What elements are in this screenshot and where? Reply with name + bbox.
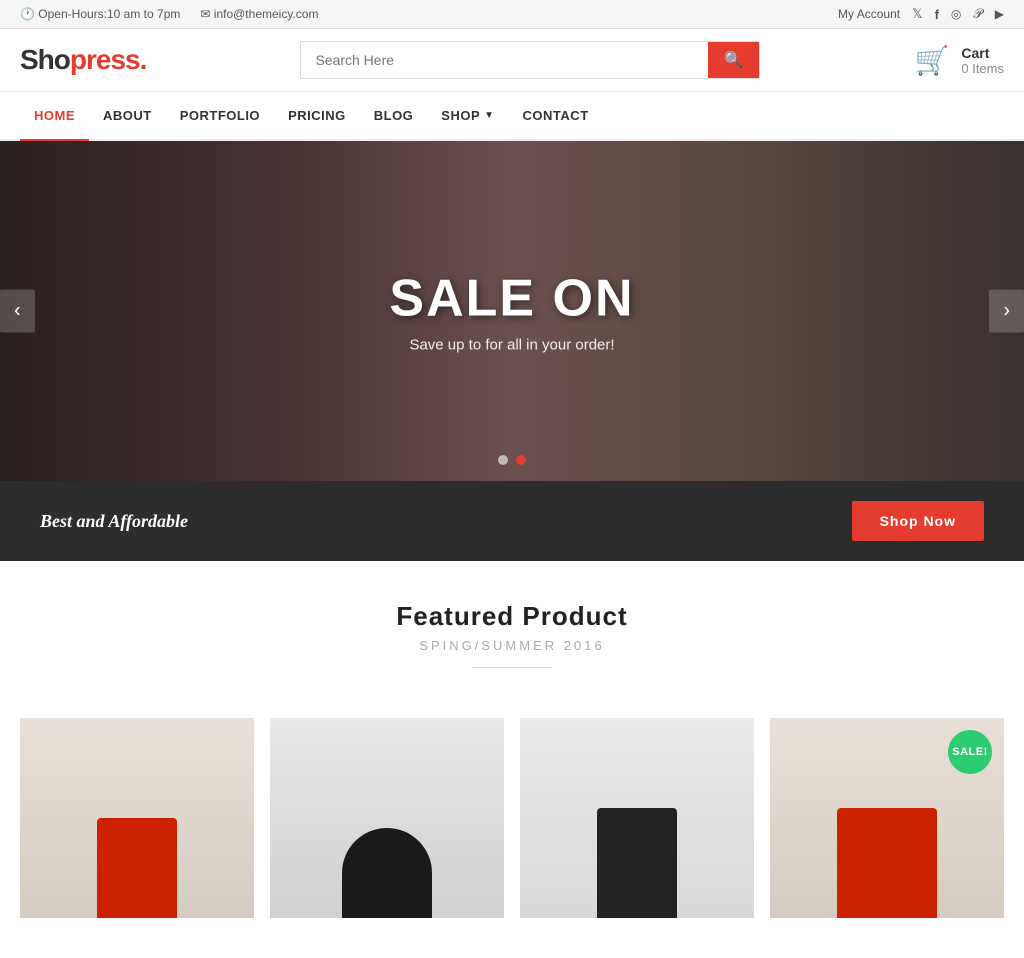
banner-text: Best and Affordable [40, 511, 188, 532]
product-item-visual-4 [837, 808, 937, 918]
product-image-3 [520, 718, 754, 918]
nav-item-portfolio[interactable]: PORTFOLIO [166, 92, 274, 139]
nav-item-blog[interactable]: BLOG [360, 92, 428, 139]
slider-dot-2[interactable] [516, 455, 526, 465]
search-input[interactable] [301, 42, 707, 78]
cart-label: Cart [961, 45, 1004, 61]
slider-next-button[interactable]: › [989, 290, 1024, 333]
site-header: Shopress. 🔍 🛒 Cart 0 Items [0, 29, 1024, 92]
email-icon: ✉ [200, 7, 210, 21]
slider-prev-button[interactable]: ‹ [0, 290, 35, 333]
nav-item-home[interactable]: HOME [20, 92, 89, 141]
nav-item-contact[interactable]: CONTACT [509, 92, 603, 139]
cart-area[interactable]: 🛒 Cart 0 Items [914, 44, 1004, 77]
pinterest-icon[interactable]: 𝒫 [973, 6, 982, 22]
product-item-visual-3 [597, 808, 677, 918]
product-image-1 [20, 718, 254, 918]
featured-title: Featured Product [20, 601, 1004, 632]
product-item-visual-1 [97, 818, 177, 918]
featured-subtitle: SPING/SUMMER 2016 [20, 638, 1004, 653]
hours-text: Open-Hours:10 am to 7pm [38, 7, 180, 21]
top-bar-left: 🕐 Open-Hours:10 am to 7pm ✉ info@themeic… [20, 7, 318, 21]
slider-dots [498, 455, 526, 465]
sale-badge: SALE! [948, 730, 992, 774]
email-text: info@themeicy.com [214, 7, 319, 21]
hours-info: 🕐 Open-Hours:10 am to 7pm [20, 7, 180, 21]
main-nav: HOME ABOUT PORTFOLIO PRICING BLOG SHOP ▼… [0, 92, 1024, 141]
clock-icon: 🕐 [20, 7, 35, 21]
cart-info: Cart 0 Items [961, 45, 1004, 76]
slider-dot-1[interactable] [498, 455, 508, 465]
shop-dropdown-icon: ▼ [484, 110, 494, 121]
product-card-2[interactable] [270, 718, 504, 918]
search-button[interactable]: 🔍 [708, 42, 760, 78]
top-bar: 🕐 Open-Hours:10 am to 7pm ✉ info@themeic… [0, 0, 1024, 29]
hero-section: ‹ › SALE ON Save up to for all in your o… [0, 141, 1024, 481]
top-bar-right: My Account 𝕏 f ◎ 𝒫 ▶ [838, 6, 1004, 22]
hero-title: SALE ON [389, 269, 634, 329]
featured-divider [472, 667, 552, 668]
nav-item-shop[interactable]: SHOP ▼ [427, 92, 508, 139]
email-info: ✉ info@themeicy.com [200, 7, 318, 21]
facebook-icon[interactable]: f [935, 7, 939, 22]
search-bar: 🔍 [300, 41, 760, 79]
my-account-link[interactable]: My Account [838, 7, 900, 21]
product-image-2 [270, 718, 504, 918]
featured-section: Featured Product SPING/SUMMER 2016 [0, 561, 1024, 718]
product-card-3[interactable] [520, 718, 754, 918]
instagram-icon[interactable]: ◎ [951, 7, 961, 21]
product-card-4[interactable]: SALE! [770, 718, 1004, 918]
product-image-4: SALE! [770, 718, 1004, 918]
cart-icon: 🛒 [914, 44, 949, 77]
hero-content: SALE ON Save up to for all in your order… [389, 269, 634, 354]
product-card-1[interactable] [20, 718, 254, 918]
site-logo[interactable]: Shopress. [20, 44, 146, 76]
product-grid: SALE! [0, 718, 1024, 958]
banner-strip: Best and Affordable Shop Now [0, 481, 1024, 561]
twitter-icon[interactable]: 𝕏 [912, 6, 922, 22]
hero-subtitle: Save up to for all in your order! [389, 337, 634, 354]
cart-count: 0 Items [961, 61, 1004, 76]
search-icon: 🔍 [724, 52, 744, 69]
nav-item-pricing[interactable]: PRICING [274, 92, 360, 139]
youtube-icon[interactable]: ▶ [995, 7, 1004, 21]
nav-item-about[interactable]: ABOUT [89, 92, 166, 139]
product-item-visual-2 [342, 828, 432, 918]
shop-now-button[interactable]: Shop Now [852, 501, 984, 541]
logo-text: Shopress. [20, 44, 146, 75]
